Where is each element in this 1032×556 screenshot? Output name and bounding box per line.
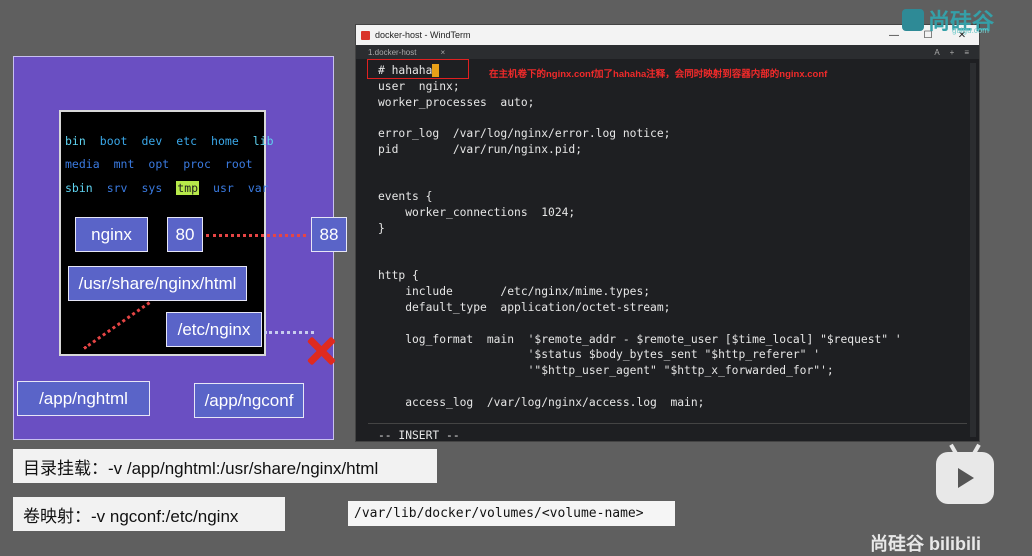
- dir-mnt: mnt: [113, 157, 135, 171]
- cross-icon: [306, 336, 336, 366]
- vol-mount-caption: 卷映射：-v ngconf:/etc/nginx: [13, 497, 285, 531]
- dir-var: var: [247, 181, 269, 195]
- dir-sys: sys: [141, 181, 163, 195]
- dir-dev: dev: [141, 134, 163, 148]
- annotation-text: 在主机卷下的nginx.conf加了hahaha注释，会同时映射到容器内部的ng…: [489, 69, 828, 80]
- nginx-label: nginx: [75, 217, 148, 252]
- logo-icon: [902, 9, 924, 31]
- new-tab-icon[interactable]: +: [950, 48, 955, 57]
- tab-bar: 1.docker-host × A + ≡: [356, 45, 979, 59]
- dir-home: home: [211, 134, 239, 148]
- dir-root: root: [224, 157, 253, 171]
- dir-sbin: sbin: [65, 181, 93, 195]
- dir-media: media: [65, 157, 100, 171]
- code-line: }: [378, 221, 385, 235]
- host-html-path: /app/nghtml: [17, 381, 150, 416]
- host-port: 88: [311, 217, 347, 252]
- app-icon: [361, 30, 370, 40]
- bilibili-tv-icon: [936, 443, 994, 504]
- code-line: include /etc/nginx/mime.types;: [378, 285, 651, 299]
- menu-icon[interactable]: ≡: [964, 48, 969, 57]
- brand-logo: 尚硅谷 guigu.com: [902, 4, 994, 36]
- bilibili-watermark: 尚硅谷 bilibili: [870, 534, 981, 554]
- code-line: log_format main '$remote_addr - $remote_…: [378, 332, 902, 346]
- title-bar: docker-host - WindTerm — ☐ ✕: [356, 25, 979, 45]
- dir-lib: lib: [252, 134, 274, 148]
- scrollbar[interactable]: [970, 63, 976, 437]
- dir-usr: usr: [213, 181, 234, 195]
- dir-tmp: tmp: [176, 181, 200, 195]
- dir-proc: proc: [183, 157, 211, 171]
- code-line: user nginx;: [378, 79, 460, 93]
- font-icon[interactable]: A: [934, 48, 939, 57]
- dir-boot: boot: [99, 134, 128, 148]
- code-line: error_log /var/log/nginx/error.log notic…: [378, 127, 671, 141]
- code-line: '"$http_user_agent" "$http_x_forwarded_f…: [378, 364, 834, 378]
- dir-row-3: sbin srv sys tmp usr var: [65, 181, 283, 195]
- tab-close-icon[interactable]: ×: [440, 48, 445, 57]
- terminal-window: docker-host - WindTerm — ☐ ✕ 1.docker-ho…: [355, 24, 980, 442]
- dir-srv: srv: [106, 181, 128, 195]
- port-mapping-arrow: [206, 234, 306, 237]
- dir-etc: etc: [176, 134, 198, 148]
- dir-row-2: media mnt opt proc root: [65, 157, 267, 171]
- logo-sub: guigu.com: [952, 26, 989, 35]
- vim-mode-status: -- INSERT --: [378, 429, 460, 442]
- status-divider: [368, 423, 967, 424]
- code-line: pid /var/run/nginx.pid;: [378, 142, 583, 156]
- tab-docker-host[interactable]: 1.docker-host ×: [368, 48, 445, 57]
- etc-nginx-path: /etc/nginx: [166, 312, 262, 347]
- html-path: /usr/share/nginx/html: [68, 266, 247, 301]
- code-line: worker_processes auto;: [378, 95, 535, 109]
- container-port: 80: [167, 217, 203, 252]
- code-line: http {: [378, 269, 419, 283]
- volume-path-caption: /var/lib/docker/volumes/<volume-name>: [348, 501, 675, 526]
- code-line: '$status $body_bytes_sent "$http_referer…: [378, 348, 821, 362]
- window-title: docker-host - WindTerm: [375, 30, 471, 40]
- tab-label: 1.docker-host: [368, 47, 417, 57]
- code-line: access_log /var/log/nginx/access.log mai…: [378, 395, 705, 409]
- dir-bin: bin: [65, 134, 86, 148]
- code-line: worker_connections 1024;: [378, 206, 576, 220]
- code-line: events {: [378, 190, 433, 204]
- editor-content[interactable]: # hahaha user nginx; worker_processes aut…: [378, 63, 902, 411]
- dir-row-1: bin boot dev etc home lib: [65, 134, 288, 148]
- conf-mount-line: [264, 331, 314, 334]
- host-conf-path: /app/ngconf: [194, 383, 304, 418]
- highlight-box: [367, 59, 469, 79]
- dir-mount-caption: 目录挂载：-v /app/nghtml:/usr/share/nginx/htm…: [13, 449, 437, 483]
- dir-opt: opt: [148, 157, 170, 171]
- volume-diagram: bin boot dev etc home lib media mnt opt …: [13, 56, 347, 440]
- code-line: default_type application/octet-stream;: [378, 300, 671, 314]
